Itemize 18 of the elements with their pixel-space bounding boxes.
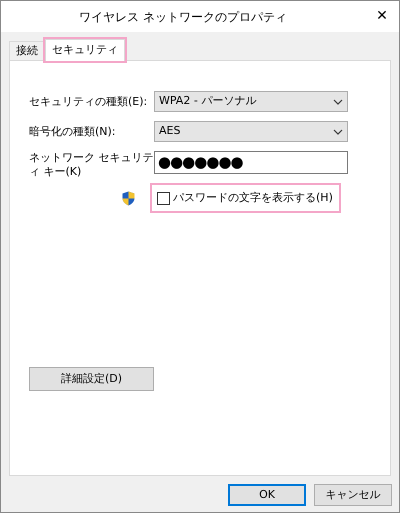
password-field[interactable]: ●●●●●●● — [154, 151, 348, 174]
checkbox[interactable] — [157, 192, 170, 204]
field-label: セキュリティの種類(E): — [29, 94, 148, 108]
window-title: ワイヤレス ネットワークのプロパティ — [78, 8, 288, 26]
chevron-down-icon — [333, 98, 343, 104]
advanced-settings-button[interactable]: 詳細設定(D) — [29, 367, 154, 391]
field-label: 暗号化の種類(N): — [29, 124, 117, 138]
tab[interactable]: 接続 — [9, 41, 45, 60]
close-button[interactable]: ✕ — [365, 1, 399, 32]
dialog-button[interactable]: キャンセル — [314, 484, 392, 506]
shield-icon — [122, 190, 135, 206]
show-password-checkbox[interactable]: パスワードの文字を表示する(H) — [150, 183, 341, 213]
dialog-button[interactable]: OK — [228, 484, 306, 506]
chevron-down-icon — [333, 128, 343, 134]
dropdown[interactable]: WPA2 - パーソナル — [154, 91, 348, 112]
tab[interactable]: セキュリティ — [45, 39, 125, 61]
field-label: ネットワーク セキュリティ キー(K) — [29, 151, 154, 179]
dropdown[interactable]: AES — [154, 121, 348, 142]
